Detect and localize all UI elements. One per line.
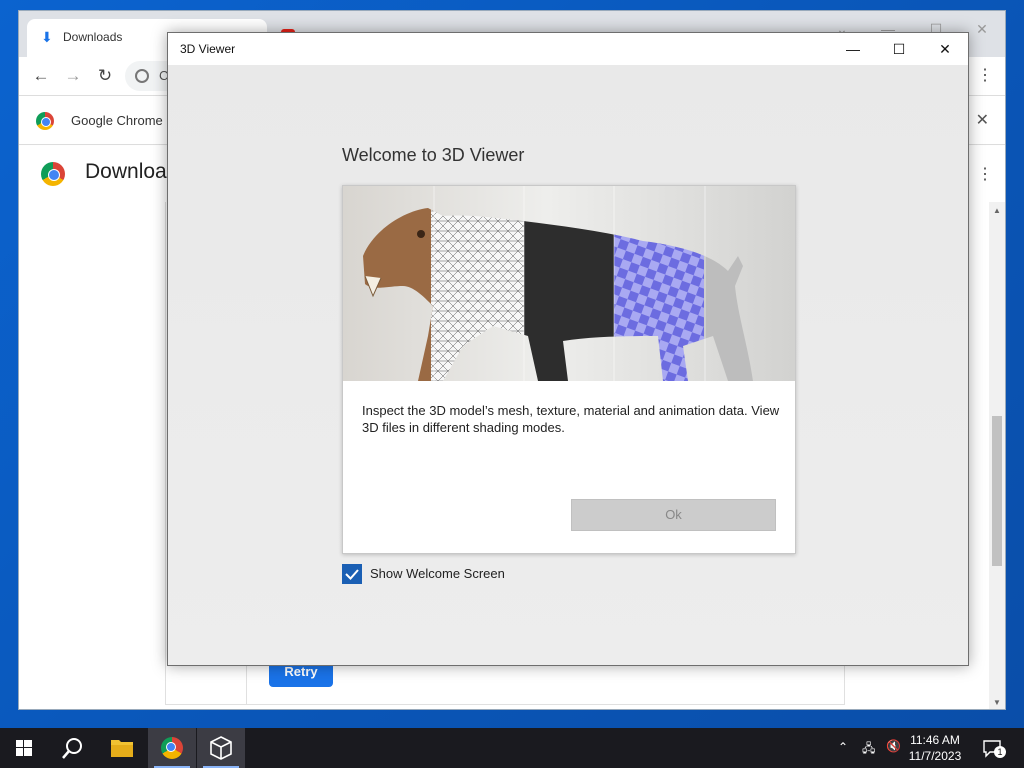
network-icon[interactable]: 🖧 bbox=[862, 739, 875, 768]
chrome-logo-icon bbox=[36, 112, 54, 130]
viewer-maximize-button[interactable]: ☐ bbox=[876, 33, 922, 65]
notification-badge: 1 bbox=[994, 746, 1006, 758]
downloads-menu-icon[interactable]: ⋮ bbox=[977, 164, 993, 184]
show-welcome-checkbox[interactable] bbox=[342, 564, 362, 584]
taskbar: ⌃ 🖧 🔇 11:46 AM 11/7/2023 1 bbox=[0, 728, 1024, 768]
file-explorer-button[interactable] bbox=[98, 728, 146, 768]
checkmark-icon bbox=[345, 569, 359, 580]
file-explorer-icon bbox=[111, 740, 133, 757]
search-icon bbox=[62, 738, 82, 759]
page-title: Downloa bbox=[85, 160, 167, 183]
show-hidden-icons[interactable]: ⌃ bbox=[838, 740, 848, 768]
reload-icon[interactable]: ↻ bbox=[93, 65, 117, 87]
scrollbar-thumb[interactable] bbox=[992, 416, 1002, 566]
ok-button[interactable]: Ok bbox=[571, 499, 776, 531]
volume-muted-icon[interactable]: 🔇 bbox=[886, 739, 901, 768]
3d-viewer-window: 3D Viewer — ☐ ✕ Welcome to 3D Viewer Ins… bbox=[167, 32, 969, 666]
scroll-up-icon[interactable]: ▲ bbox=[993, 206, 1001, 215]
chrome-taskbar-button[interactable] bbox=[148, 728, 196, 768]
scroll-down-icon[interactable]: ▼ bbox=[993, 698, 1001, 707]
action-center-button[interactable]: 1 bbox=[982, 738, 1012, 758]
tab-title: Downloads bbox=[63, 30, 123, 44]
viewer-titlebar[interactable]: 3D Viewer — ☐ ✕ bbox=[168, 33, 968, 65]
back-icon[interactable]: ← bbox=[29, 65, 53, 87]
clock-date: 11/7/2023 bbox=[908, 749, 962, 763]
3d-viewer-icon bbox=[210, 736, 232, 760]
site-info-icon[interactable] bbox=[135, 69, 149, 83]
welcome-description: Inspect the 3D model’s mesh, texture, ma… bbox=[362, 403, 780, 435]
clock-time: 11:46 AM bbox=[910, 733, 960, 747]
viewer-body: Welcome to 3D Viewer Inspect the 3D mode… bbox=[168, 65, 968, 665]
window-title: 3D Viewer bbox=[180, 42, 236, 56]
chrome-logo-icon bbox=[41, 162, 65, 186]
search-button[interactable] bbox=[48, 728, 96, 768]
chrome-icon bbox=[161, 737, 183, 759]
welcome-panel: Inspect the 3D model’s mesh, texture, ma… bbox=[342, 185, 796, 554]
infobar-close-icon[interactable]: ✕ bbox=[976, 110, 989, 130]
infobar-message: Google Chrome i bbox=[71, 113, 170, 128]
clock[interactable]: 11:46 AM 11/7/2023 bbox=[904, 732, 966, 764]
3d-viewer-taskbar-button[interactable] bbox=[197, 728, 245, 768]
chrome-menu-icon[interactable]: ⋮ bbox=[977, 65, 993, 85]
welcome-title: Welcome to 3D Viewer bbox=[342, 145, 525, 165]
scrollbar[interactable]: ▲ ▼ bbox=[989, 202, 1005, 709]
download-icon: ⬇ bbox=[41, 29, 53, 45]
start-button[interactable] bbox=[0, 728, 48, 768]
forward-icon[interactable]: → bbox=[61, 65, 85, 87]
viewer-minimize-button[interactable]: — bbox=[830, 33, 876, 65]
show-welcome-label[interactable]: Show Welcome Screen bbox=[370, 566, 505, 581]
windows-icon bbox=[16, 740, 32, 756]
viewer-close-button[interactable]: ✕ bbox=[922, 33, 968, 65]
sabertooth-hero-image bbox=[343, 186, 795, 381]
